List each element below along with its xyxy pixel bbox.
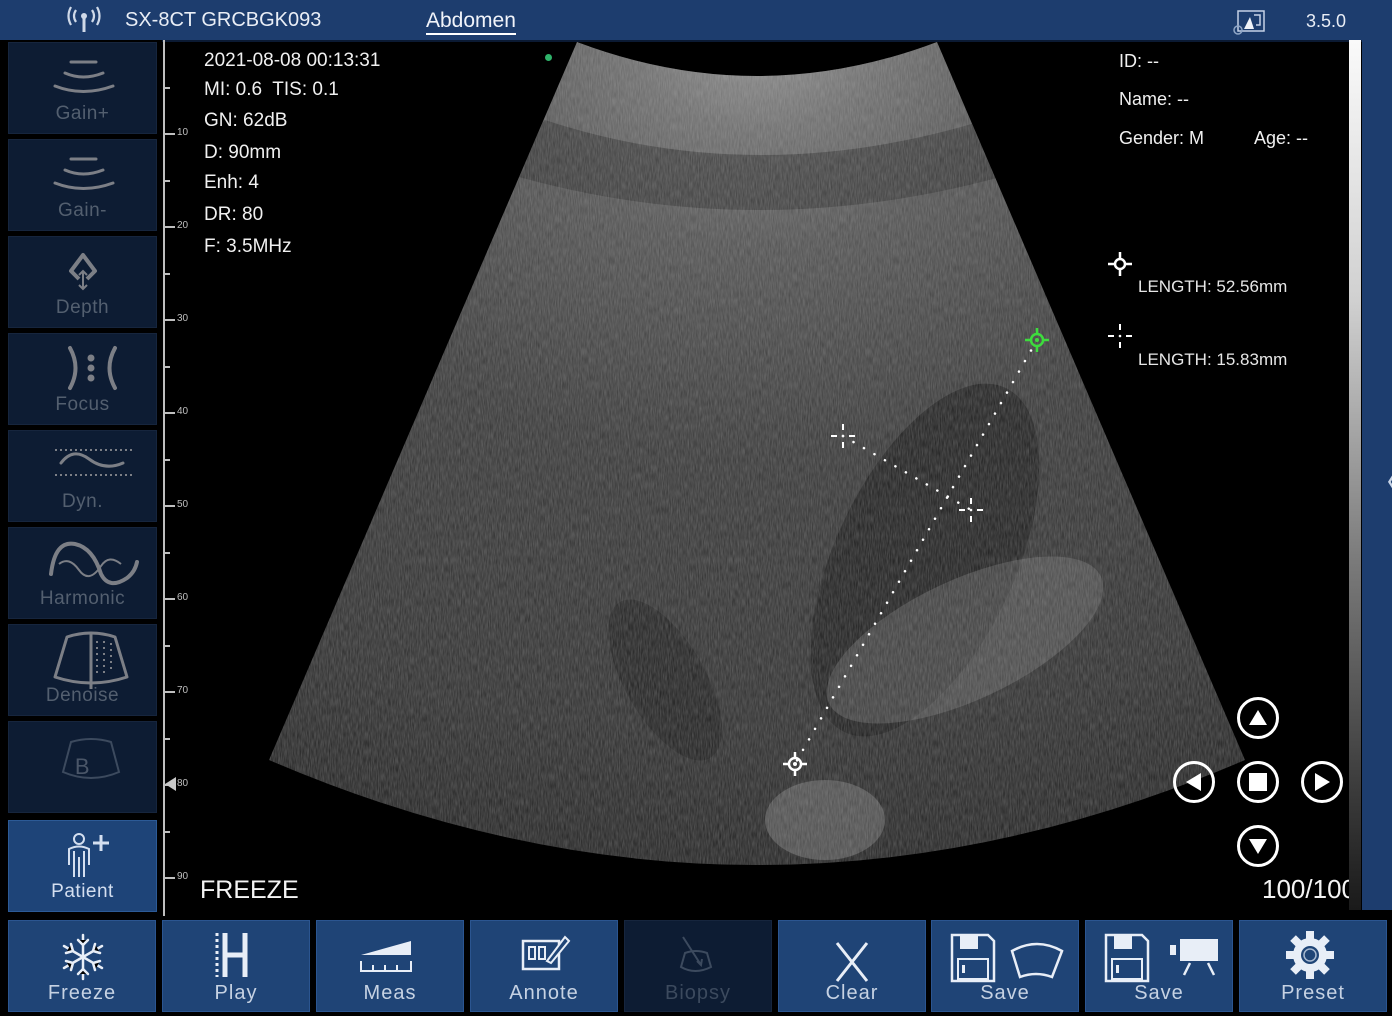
biopsy-button[interactable]: Biopsy — [624, 920, 772, 1012]
save-image-icon — [950, 933, 1064, 983]
save-video-button-label: Save — [1134, 982, 1184, 1004]
save-image-button[interactable]: Save — [931, 920, 1079, 1012]
triangle-down-icon — [1249, 839, 1267, 854]
square-stop-icon — [1249, 773, 1267, 791]
biopsy-button-label: Biopsy — [664, 982, 732, 1004]
snowflake-icon — [62, 933, 104, 981]
measure-button-label: Meas — [363, 982, 417, 1004]
nav-down-button[interactable] — [1237, 825, 1279, 867]
play-button-label: Play — [214, 982, 258, 1004]
freeze-button[interactable]: Freeze — [8, 920, 156, 1012]
freeze-button-label: Freeze — [47, 982, 117, 1004]
software-version: 3.5.0 — [1306, 11, 1347, 31]
nav-left-button[interactable] — [1173, 761, 1215, 803]
scan-mi-tis: MI: 0.6 TIS: 0.1 — [204, 79, 339, 100]
scan-frequency: F: 3.5MHz — [204, 236, 292, 257]
bottom-toolbar: Freeze Play Meas Annote Biopsy Clear Sav… — [0, 916, 1392, 1016]
annotate-icon — [521, 935, 571, 971]
sidebar-item-denoise[interactable]: Denoise — [8, 624, 157, 716]
patient-id: ID: -- — [1119, 51, 1159, 71]
play-button[interactable]: Play — [162, 920, 310, 1012]
device-name: SX-8CT GRCBGK093 — [125, 9, 322, 31]
right-panel-handle[interactable]: 〈 — [1362, 38, 1392, 910]
probe-orientation-marker — [545, 54, 552, 61]
sidebar-item-depth[interactable]: Depth — [8, 236, 157, 328]
left-sidebar: Gain+ Gain- Depth Focus Dyn. Harmonic De… — [0, 40, 162, 916]
measurement-length-1: LENGTH: 52.56mm — [1138, 277, 1288, 296]
gain-down-icon — [53, 157, 115, 190]
triangle-left-icon — [1186, 773, 1201, 791]
scan-depth: D: 90mm — [204, 142, 282, 163]
grayscale-bar — [1349, 40, 1361, 910]
sidebar-item-harmonic[interactable]: Harmonic — [8, 527, 157, 619]
save-video-button[interactable]: Save — [1085, 920, 1233, 1012]
sidebar-item-patient[interactable]: Patient — [8, 820, 157, 912]
scan-dynamic-range: DR: 80 — [204, 204, 264, 225]
dashed-crosshair-icon — [1108, 324, 1132, 348]
measure-ruler-icon — [360, 941, 412, 972]
sidebar-item-focus[interactable]: Focus — [8, 333, 157, 425]
wireless-icon — [67, 6, 101, 32]
patient-gender: Gender: M — [1119, 128, 1205, 148]
triangle-up-icon — [1249, 710, 1267, 725]
annotate-button[interactable]: Annote — [470, 920, 618, 1012]
exam-preset-link[interactable]: Abdomen — [426, 10, 516, 35]
sidebar-item-gain-down[interactable]: Gain- — [8, 139, 157, 231]
sidebar-item-dynamic-range[interactable]: Dyn. — [8, 430, 157, 522]
sidebar-item-label: B — [74, 754, 91, 779]
patient-name: Name: -- — [1119, 89, 1190, 109]
probe-display-icon[interactable] — [1232, 9, 1266, 35]
gain-up-icon — [53, 60, 115, 93]
clear-button-label: Clear — [825, 982, 879, 1004]
top-bar: SX-8CT GRCBGK093 Abdomen 3.5.0 — [0, 0, 1392, 42]
sidebar-item-gain-up[interactable]: Gain+ — [8, 42, 157, 134]
triangle-right-icon — [1315, 773, 1330, 791]
nav-up-button[interactable] — [1237, 697, 1279, 739]
save-image-button-label: Save — [980, 982, 1030, 1004]
nav-stop-button[interactable] — [1237, 761, 1279, 803]
dynamic-range-icon — [55, 449, 133, 476]
scan-gain: GN: 62dB — [204, 110, 288, 131]
cine-play-icon — [215, 933, 248, 977]
scan-enhance: Enh: 4 — [204, 172, 259, 193]
harmonic-icon — [49, 541, 139, 586]
sidebar-item-b-mode[interactable]: B — [8, 721, 157, 813]
denoise-icon — [53, 631, 129, 689]
preset-button[interactable]: Preset — [1239, 920, 1387, 1012]
biopsy-icon — [679, 936, 713, 972]
frame-counter: 100/100 — [1262, 874, 1356, 904]
patient-age: Age: -- — [1254, 128, 1309, 148]
circle-crosshair-icon — [1108, 252, 1132, 276]
measure-button[interactable]: Meas — [316, 920, 464, 1012]
nav-right-button[interactable] — [1301, 761, 1343, 803]
freeze-status: FREEZE — [200, 876, 299, 904]
depth-icon — [69, 253, 97, 291]
gear-icon — [1286, 931, 1334, 979]
sidebar-item-label: Dyn. — [61, 491, 104, 512]
preset-button-label: Preset — [1281, 982, 1345, 1004]
clear-x-icon — [835, 942, 869, 982]
measurement-length-2: LENGTH: 15.83mm — [1138, 350, 1288, 369]
annotate-button-label: Annote — [509, 982, 579, 1004]
chevron-left-icon[interactable]: 〈 — [1368, 456, 1392, 505]
focus-icon — [68, 346, 117, 390]
patient-add-icon — [68, 833, 109, 877]
scan-datetime: 2021-08-08 00:13:31 — [204, 50, 381, 71]
save-video-icon — [1104, 933, 1218, 983]
clear-button[interactable]: Clear — [778, 920, 926, 1012]
